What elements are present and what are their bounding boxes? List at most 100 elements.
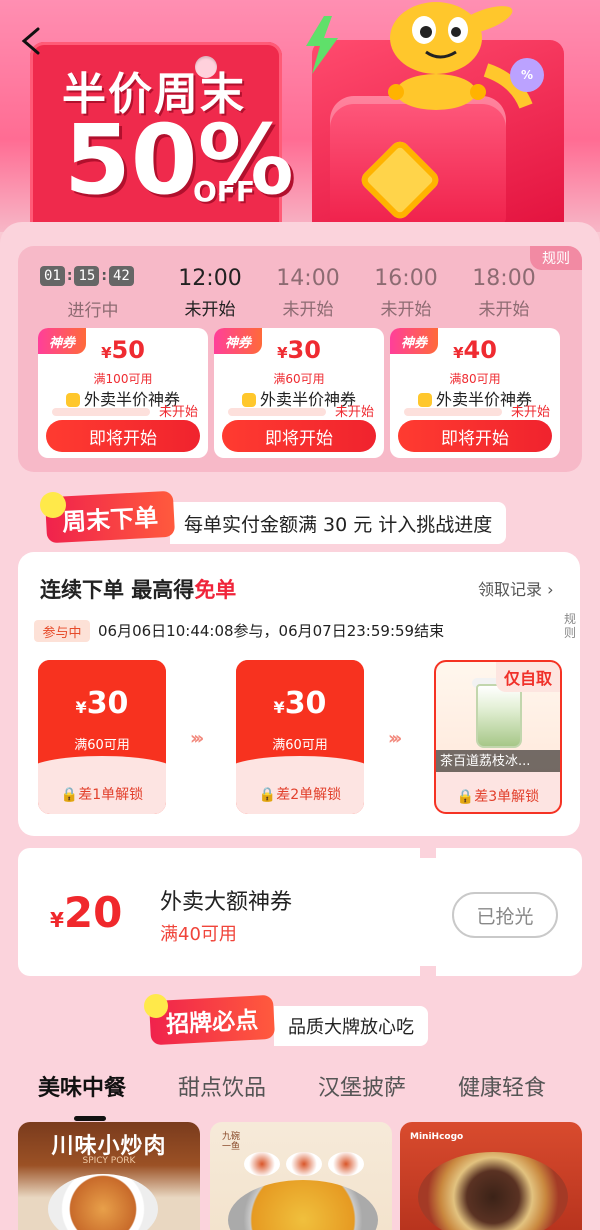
challenge-step-2[interactable]: ¥30 满60可用 🔒差2单解锁 (236, 660, 364, 814)
braised-food-image (418, 1152, 568, 1230)
step-value: ¥30 (38, 686, 166, 721)
session-slot-1600[interactable]: 16:00 未开始 (366, 266, 446, 320)
currency-symbol: ¥ (273, 698, 285, 717)
step-lock-text: 差2单解锁 (276, 787, 342, 803)
session-slot-1200[interactable]: 12:00 未开始 (170, 266, 250, 320)
coupon-notch (420, 966, 436, 976)
currency-symbol: ¥ (50, 908, 64, 932)
coupon-status: 未开始 (510, 405, 550, 420)
step-condition: 满60可用 (74, 738, 130, 753)
chevron-right-icon: ››› (388, 728, 402, 749)
step-lock: 🔒差3单解锁 (436, 786, 560, 806)
session-slot-1800[interactable]: 18:00 未开始 (464, 266, 544, 320)
currency-symbol: ¥ (75, 698, 87, 717)
tab-burger-pizza[interactable]: 汉堡披萨 (318, 1070, 406, 1102)
tab-desserts-drinks[interactable]: 甜点饮品 (178, 1070, 266, 1102)
food-plate-image (48, 1174, 158, 1230)
step-lock: 🔒差1单解锁 (38, 784, 166, 804)
shop-logo: MiniHcogo (410, 1132, 464, 1142)
weekend-rule-text: 每单实付金额满 30 元 计入挑战进度 (170, 502, 507, 544)
brand-text: 品质大牌放心吃 (274, 1006, 428, 1046)
big-coupon-value: ¥20 (50, 888, 122, 937)
decor-dot (40, 492, 66, 518)
countdown-sep: : (101, 268, 107, 284)
coupon-card: 神券 ¥30 满60可用 外卖半价神券 未开始 即将开始 (214, 328, 384, 458)
back-arrow-icon (21, 27, 40, 55)
drink-cup-icon (476, 684, 522, 748)
countdown-sep: : (66, 268, 73, 284)
lock-icon: 🔒 (456, 789, 475, 805)
coupon-amount: ¥30 (214, 336, 384, 364)
coupon-card: 神券 ¥40 满80可用 外卖半价神券 未开始 即将开始 (390, 328, 560, 458)
countdown-timer: 01 : 15 : 42 (40, 266, 134, 286)
coupon-status: 未开始 (334, 405, 374, 420)
slot-status: 未开始 (478, 300, 530, 320)
step-condition: 满60可用 (272, 738, 328, 753)
slot-status: 未开始 (282, 300, 334, 320)
coupon-button[interactable]: 即将开始 (222, 420, 376, 452)
challenge-title: 连续下单 最高得免单 (40, 574, 236, 604)
coupon-button[interactable]: 即将开始 (398, 420, 552, 452)
big-coupon-name: 外卖大额神券 (160, 890, 293, 915)
decor-dot (144, 994, 168, 1018)
shop-seal: 九碗一鱼 (222, 1132, 241, 1152)
countdown-hours: 01 (40, 266, 65, 286)
session-slot-current[interactable]: 进行中 (50, 292, 136, 321)
hero-off: OFF (193, 175, 256, 208)
tab-healthy-light[interactable]: 健康轻食 (458, 1070, 546, 1102)
side-dish-image (328, 1152, 364, 1176)
mascot-icon (65, 393, 80, 407)
claim-record-link[interactable]: 领取记录 › (478, 576, 554, 600)
lock-icon: 🔒 (60, 787, 79, 803)
progress-bar (228, 408, 326, 416)
kangaroo-mascot-icon (388, 2, 533, 110)
step-amount: 30 (86, 686, 129, 721)
step-value: ¥30 (236, 686, 364, 721)
lock-icon: 🔒 (258, 787, 277, 803)
big-coupon-condition: 满40可用 (160, 924, 237, 945)
side-dish-image (286, 1152, 322, 1176)
mascot-icon (417, 393, 432, 407)
shop-card-2[interactable]: 九碗一鱼 (210, 1122, 392, 1230)
big-coupon-amount: 20 (63, 888, 123, 937)
shop-card-1[interactable]: 川味小炒肉 SPICY PORK (18, 1122, 200, 1230)
coupon-status: 未开始 (158, 405, 198, 420)
coupon-card: 神券 ¥50 满100可用 外卖半价神券 未开始 即将开始 (38, 328, 208, 458)
back-button[interactable] (18, 26, 44, 56)
step-lock-text: 差3单解锁 (474, 789, 540, 805)
challenge-title-prefix: 连续下单 最高得 (40, 578, 195, 602)
challenge-rules-button[interactable]: 规则 (560, 612, 580, 640)
challenge-step-3[interactable]: 仅自取 茶百道荔枝冰... 🔒差3单解锁 (434, 660, 562, 814)
fish-pot-image (228, 1180, 378, 1230)
slot-time: 16:00 (374, 266, 438, 291)
currency-symbol: ¥ (277, 344, 288, 362)
sold-out-button[interactable]: 已抢光 (452, 892, 558, 938)
step-lock-text: 差1单解锁 (78, 787, 144, 803)
coupon-condition: 满100可用 (93, 372, 153, 386)
step-amount: 30 (284, 686, 327, 721)
coupon-value: 40 (463, 336, 497, 364)
session-slot-1400[interactable]: 14:00 未开始 (268, 266, 348, 320)
tab-chinese-food[interactable]: 美味中餐 (38, 1070, 126, 1102)
challenge-title-highlight: 免单 (194, 578, 237, 602)
coupon-notch (420, 848, 436, 858)
slot-time: 12:00 (178, 266, 242, 291)
shop-card-3[interactable]: MiniHcogo (400, 1122, 582, 1230)
hero-percent: 50% (64, 104, 294, 216)
progress-bar (52, 408, 150, 416)
brand-label: 招牌必点 (148, 994, 276, 1046)
side-dish-image (244, 1152, 280, 1176)
coupon-value: 50 (111, 336, 145, 364)
chevron-right-icon: ››› (190, 728, 204, 749)
challenge-step-1[interactable]: ¥30 满60可用 🔒差1单解锁 (38, 660, 166, 814)
mascot-icon (241, 393, 256, 407)
slot-time: 14:00 (276, 266, 340, 291)
coupon-value: 30 (287, 336, 321, 364)
countdown-minutes: 15 (74, 266, 100, 286)
status-badge: 参与中 (34, 620, 90, 642)
currency-symbol: ¥ (453, 344, 464, 362)
coupon-condition: 满80可用 (449, 372, 501, 386)
progress-bar (404, 408, 502, 416)
coupon-button[interactable]: 即将开始 (46, 420, 200, 452)
currency-symbol: ¥ (101, 344, 112, 362)
